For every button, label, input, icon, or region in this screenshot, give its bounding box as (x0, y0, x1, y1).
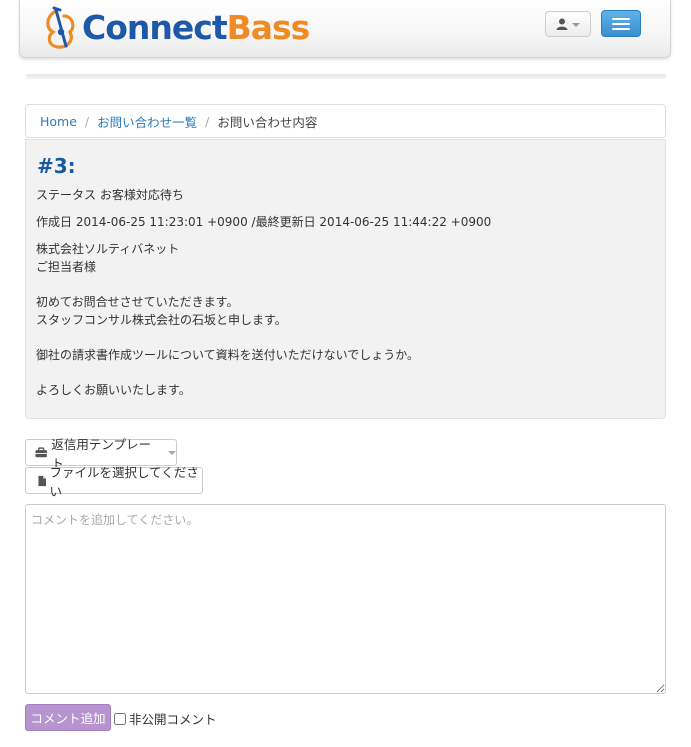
ticket-dates: 作成日 2014-06-25 11:23:01 +0900 /最終更新日 201… (36, 214, 655, 230)
body-line: よろしくお願いいたします。 (36, 383, 191, 397)
private-comment-option[interactable]: 非公開コメント (114, 709, 217, 728)
menu-icon-bar (612, 17, 630, 20)
status-value: お客様対応待ち (99, 188, 184, 202)
menu-icon-bar (612, 22, 630, 25)
add-comment-button[interactable]: コメント追加 (25, 704, 111, 731)
brand-connect: Connect (82, 8, 228, 47)
header-divider (26, 74, 666, 79)
file-select-label: ファイルを選択してください (49, 464, 199, 499)
file-select-button[interactable]: ファイルを選択してください (25, 465, 203, 499)
file-icon (38, 475, 47, 486)
updated-value: 2014-06-25 11:44:22 +0900 (319, 215, 492, 229)
ticket-body: 株式会社ソルティバネット ご担当者様 初めてお問合せさせていただきます。 スタッ… (36, 240, 655, 399)
breadcrumb-current: お問い合わせ内容 (217, 114, 318, 130)
created-label: 作成日 (36, 215, 73, 229)
body-line: スタッフコンサル株式会社の石坂と申します。 (36, 313, 287, 327)
comment-input[interactable] (25, 504, 666, 694)
body-paragraph: 株式会社ソルティバネット ご担当者様 (36, 240, 655, 276)
body-line: 株式会社ソルティバネット (36, 242, 180, 256)
user-icon (556, 18, 568, 30)
breadcrumb-inquiry-list-link[interactable]: お問い合わせ一覧 (97, 112, 197, 131)
ticket-detail-panel: #3: ステータス お客様対応待ち 作成日 2014-06-25 11:23:0… (25, 139, 666, 419)
body-paragraph: 御社の請求書作成ツールについて資料を送付いただけないでしょうか。 (36, 346, 655, 364)
briefcase-icon (35, 447, 47, 458)
private-comment-checkbox[interactable] (114, 712, 126, 725)
status-label: ステータス (36, 188, 97, 202)
body-paragraph: よろしくお願いいたします。 (36, 381, 655, 399)
updated-label: 最終更新日 (255, 215, 316, 229)
nav-menu-button[interactable] (601, 10, 641, 37)
body-line: 御社の請求書作成ツールについて資料を送付いただけないでしょうか。 (36, 348, 420, 362)
chevron-down-icon (572, 23, 580, 27)
chevron-down-icon (168, 451, 176, 455)
breadcrumb-separator: / (205, 113, 210, 129)
body-paragraph: 初めてお問合せさせていただきます。 スタッフコンサル株式会社の石坂と申します。 (36, 293, 655, 329)
breadcrumb-separator: / (84, 113, 90, 129)
breadcrumb-home-link[interactable]: Home (40, 114, 77, 129)
brand-logo[interactable]: ConnectBass (44, 5, 311, 51)
breadcrumb: Home / お問い合わせ一覧 / お問い合わせ内容 (25, 104, 666, 138)
user-menu-button[interactable] (545, 11, 591, 37)
body-line: 初めてお問合せさせていただきます。 (36, 295, 239, 309)
menu-icon-bar (612, 27, 630, 30)
created-value: 2014-06-25 11:23:01 +0900 (75, 215, 248, 229)
navbar: ConnectBass (19, 0, 671, 58)
private-comment-label: 非公開コメント (129, 712, 217, 727)
brand-name: ConnectBass (82, 5, 311, 51)
bass-logo-icon (46, 6, 75, 49)
ticket-status: ステータス お客様対応待ち (36, 187, 655, 203)
ticket-title: #3: (37, 154, 76, 178)
brand-bass: Bass (226, 8, 311, 47)
body-line: ご担当者様 (36, 260, 97, 274)
